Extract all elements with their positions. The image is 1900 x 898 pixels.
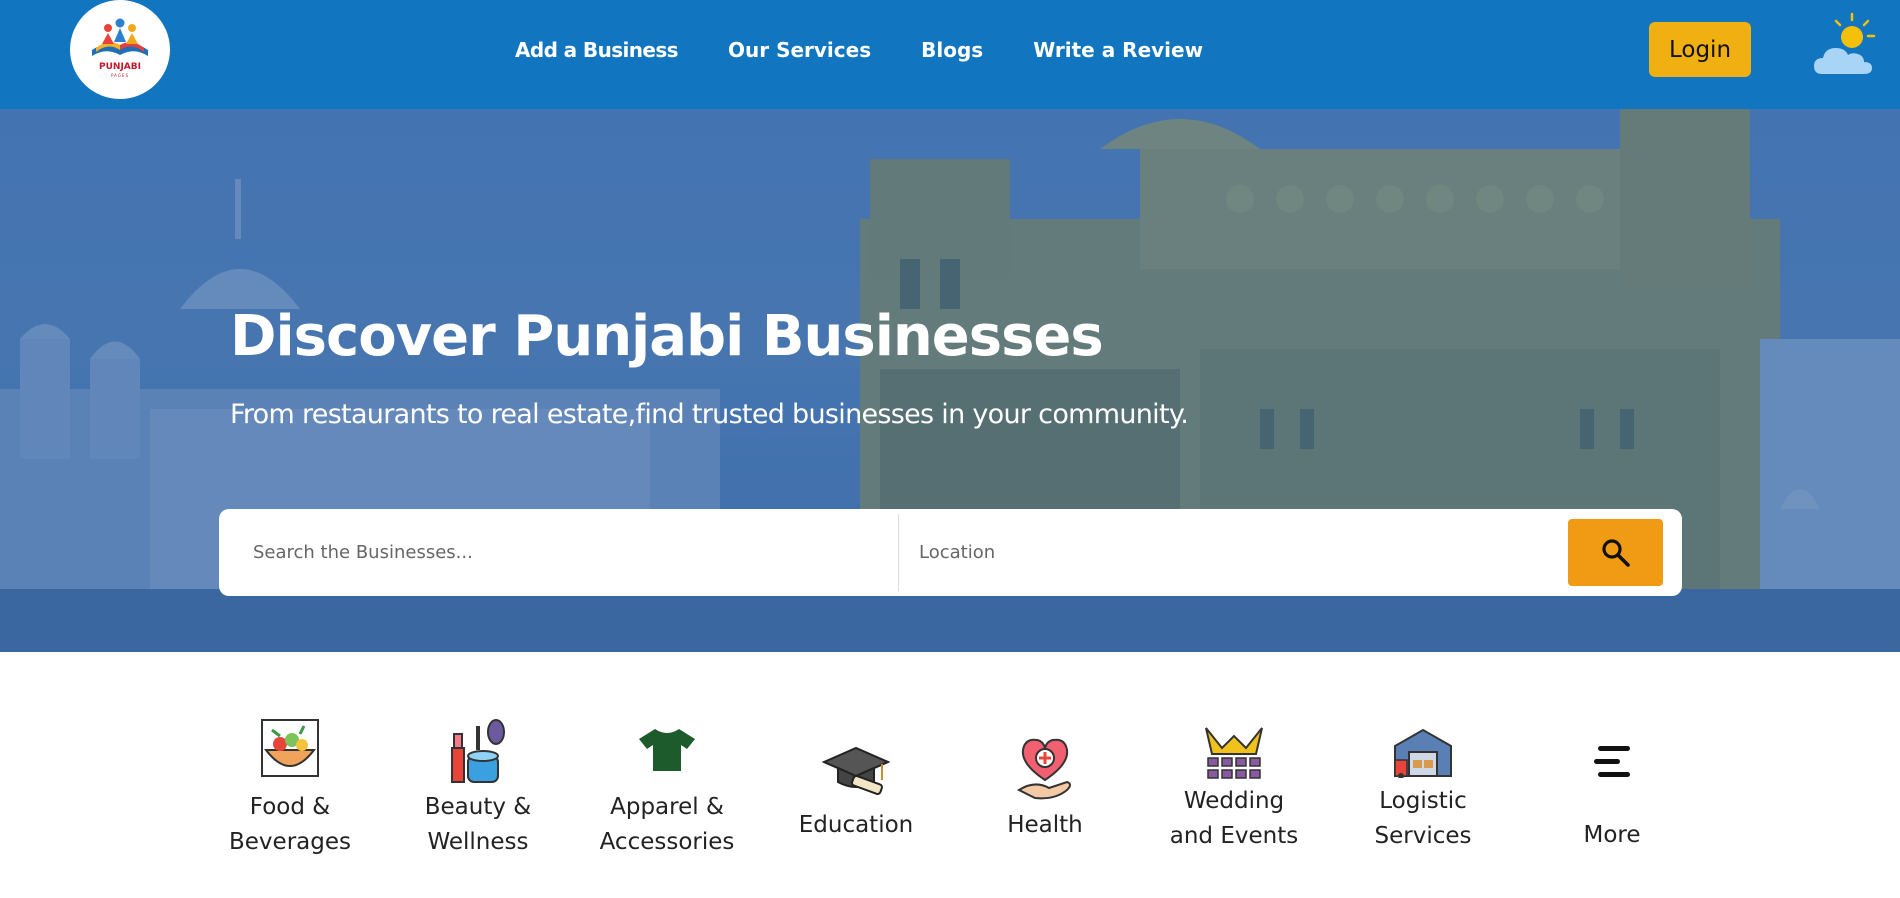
logo-text: PUNJABI (99, 62, 141, 72)
category-wedding-events[interactable]: Wedding and Events (1149, 652, 1319, 898)
category-logistic-services[interactable]: Logistic Services (1338, 652, 1508, 898)
category-apparel-accessories[interactable]: Apparel & Accessories (582, 652, 752, 898)
search-icon (1602, 539, 1630, 567)
nav-our-services[interactable]: Our Services (728, 38, 871, 62)
nav-add-a-business[interactable]: Add a Business (515, 38, 679, 62)
hero-title: Discover Punjabi Businesses (230, 304, 1104, 369)
hero-subtitle: From restaurants to real estate,find tru… (230, 399, 1189, 430)
category-label: Food & Beverages (229, 794, 351, 855)
nav-write-a-review[interactable]: Write a Review (1033, 38, 1203, 62)
hero-section: Discover Punjabi Businesses From restaur… (0, 109, 1900, 652)
logo-subtext: PAGES (111, 73, 129, 78)
menu-icon (1594, 746, 1630, 777)
category-label: Education (798, 812, 914, 838)
graduation-cap-icon (822, 746, 890, 795)
cosmetics-icon (451, 719, 505, 783)
category-list: Food & Beverages Beauty & Wellness Appar… (0, 652, 1900, 898)
punjabi-pages-logo[interactable]: PUNJABI PAGES (70, 0, 170, 99)
logo-book-icon (92, 18, 148, 56)
wedding-icon (1205, 727, 1263, 779)
category-label: Health (1007, 812, 1083, 838)
top-navigation-bar: PUNJABI PAGES Add a Business Our Service… (0, 0, 1900, 109)
category-education[interactable]: Education (771, 652, 941, 898)
warehouse-truck-icon (1394, 728, 1452, 778)
health-heart-icon (1016, 738, 1071, 800)
category-health[interactable]: Health (960, 652, 1130, 898)
nav-blogs[interactable]: Blogs (921, 38, 983, 62)
category-label: Logistic Services (1374, 788, 1472, 849)
category-label: Beauty & Wellness (424, 794, 532, 855)
search-bar (219, 509, 1682, 596)
category-label: Wedding and Events (1169, 788, 1299, 849)
category-food-beverages[interactable]: Food & Beverages (205, 652, 375, 898)
login-button[interactable]: Login (1649, 22, 1751, 77)
category-beauty-wellness[interactable]: Beauty & Wellness (393, 652, 563, 898)
search-divider (898, 514, 899, 591)
category-label: Apparel & Accessories (599, 794, 735, 855)
category-label: More (1583, 822, 1641, 848)
main-nav: Add a Business Our Services Blogs Write … (515, 36, 1253, 64)
food-bowl-icon (261, 719, 319, 777)
tshirt-icon (639, 729, 695, 771)
location-input[interactable] (901, 515, 1561, 590)
search-button[interactable] (1568, 519, 1663, 586)
weather-icon[interactable] (1812, 12, 1878, 78)
category-more[interactable]: More (1527, 652, 1697, 898)
business-search-input[interactable] (235, 515, 895, 590)
